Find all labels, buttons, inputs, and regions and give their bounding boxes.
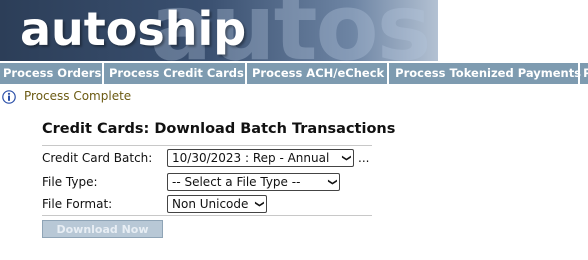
chevron-down-icon: ❯ bbox=[341, 154, 352, 162]
file-format-select-value: Non Unicode bbox=[172, 197, 249, 211]
file-type-row: File Type: -- Select a File Type -- ❯ bbox=[42, 172, 340, 192]
file-type-label: File Type: bbox=[42, 175, 98, 189]
file-format-label: File Format: bbox=[42, 197, 113, 211]
autoship-logo: autoship bbox=[20, 2, 247, 56]
status-message: Process Complete bbox=[2, 88, 131, 104]
chevron-down-icon: ❯ bbox=[254, 200, 265, 208]
header-banner: autoship autoship bbox=[0, 0, 588, 61]
chevron-down-icon: ❯ bbox=[327, 178, 338, 186]
file-type-select-value: -- Select a File Type -- bbox=[172, 175, 301, 189]
download-batch-form: Credit Cards: Download Batch Transaction… bbox=[42, 121, 396, 238]
page-title: Credit Cards: Download Batch Transaction… bbox=[42, 121, 396, 137]
tab-process-tokenized-payments[interactable]: Process Tokenized Payments bbox=[389, 63, 581, 84]
file-format-row: File Format: Non Unicode ❯ bbox=[42, 194, 267, 214]
tab-overflow[interactable]: P bbox=[580, 63, 588, 84]
file-format-select[interactable]: Non Unicode ❯ bbox=[167, 195, 267, 213]
batch-select[interactable]: 10/30/2023 : Rep - Annual ❯ bbox=[167, 149, 354, 167]
tab-process-credit-cards[interactable]: Process Credit Cards bbox=[104, 63, 247, 84]
file-type-select[interactable]: -- Select a File Type -- ❯ bbox=[167, 173, 340, 191]
tab-process-ach-echeck[interactable]: Process ACH/eCheck bbox=[247, 63, 390, 84]
banner-blank bbox=[438, 0, 588, 61]
batch-select-value: 10/30/2023 : Rep - Annual bbox=[172, 151, 330, 165]
divider-bottom bbox=[42, 215, 372, 216]
batch-row: Credit Card Batch: 10/30/2023 : Rep - An… bbox=[42, 148, 369, 168]
batch-more-link[interactable]: ... bbox=[358, 151, 369, 165]
tab-process-orders[interactable]: Process Orders bbox=[0, 63, 104, 84]
status-text: Process Complete bbox=[24, 89, 132, 103]
download-now-button[interactable]: Download Now bbox=[42, 220, 163, 238]
main-nav: Process Orders Process Credit Cards Proc… bbox=[0, 63, 588, 84]
divider-top bbox=[42, 145, 372, 146]
batch-label: Credit Card Batch: bbox=[42, 151, 153, 165]
info-icon bbox=[2, 89, 16, 104]
